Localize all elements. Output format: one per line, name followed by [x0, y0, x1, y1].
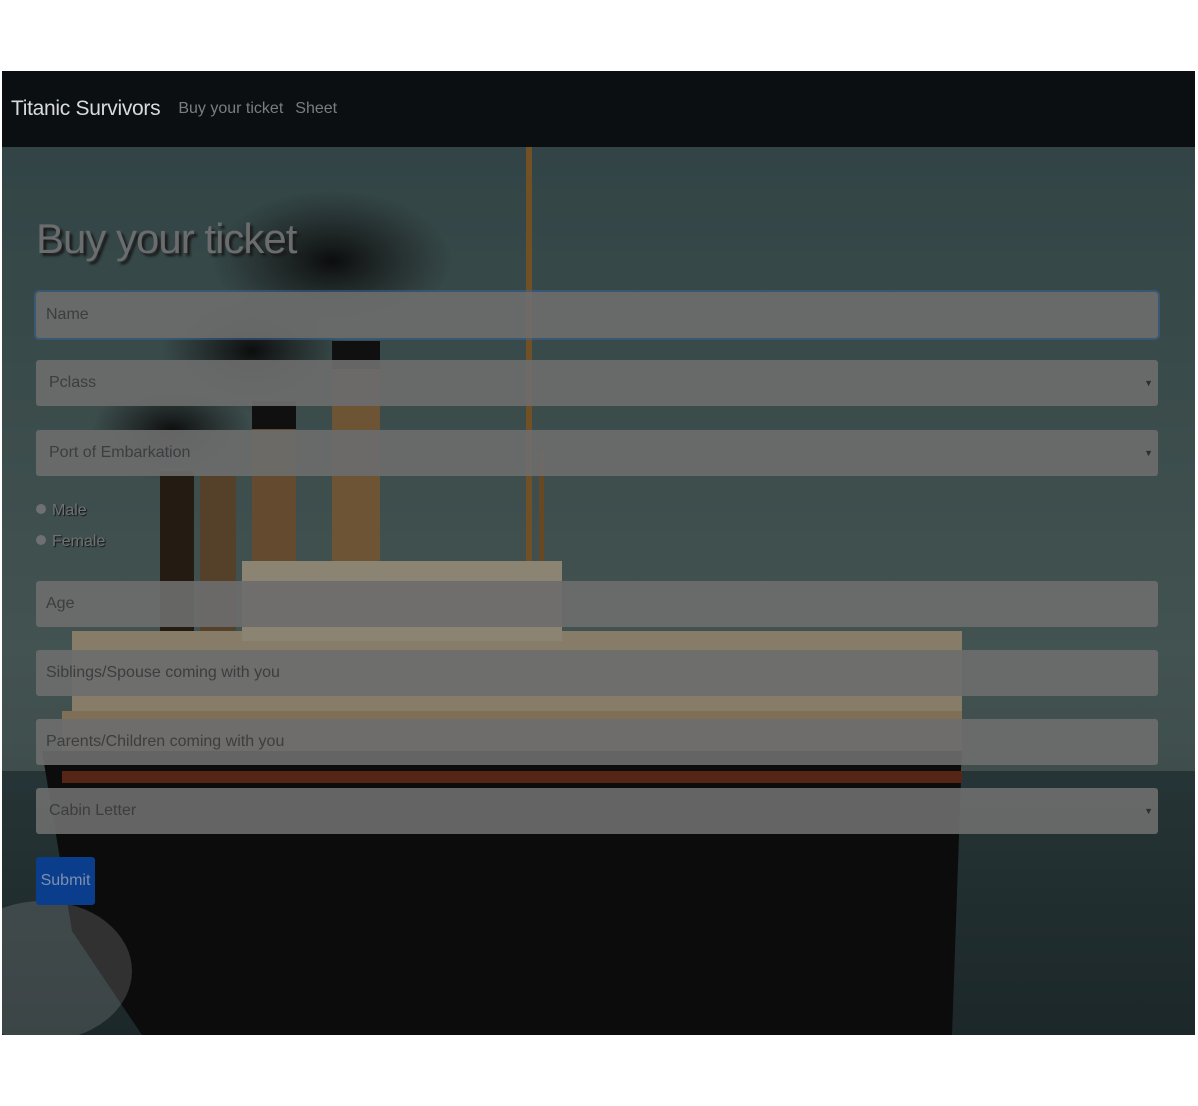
pclass-select-value: Pclass [49, 374, 97, 391]
navbar-brand[interactable]: Titanic Survivors [11, 97, 161, 121]
name-input[interactable] [36, 292, 1158, 338]
chevron-down-icon: ▼ [1144, 448, 1153, 458]
page-title: Buy your ticket [36, 215, 297, 262]
cabin-letter-select[interactable]: Cabin Letter ▼ [36, 788, 1158, 834]
submit-button[interactable]: Submit [36, 857, 95, 905]
radio-female[interactable]: Female [36, 533, 105, 551]
radio-button-icon[interactable] [36, 535, 46, 545]
nav-link-buy-ticket[interactable]: Buy your ticket [178, 100, 283, 118]
radio-male-label: Male [52, 502, 87, 519]
chevron-down-icon: ▼ [1144, 378, 1153, 388]
siblings-spouse-input[interactable] [36, 650, 1158, 696]
radio-female-label: Female [52, 533, 106, 550]
embarkation-select[interactable]: Port of Embarkation ▼ [36, 430, 1158, 476]
age-input[interactable] [36, 581, 1158, 627]
radio-male[interactable]: Male [36, 502, 87, 520]
cabin-letter-select-value: Cabin Letter [49, 802, 137, 819]
embarkation-select-value: Port of Embarkation [49, 444, 191, 461]
parents-children-input[interactable] [36, 719, 1158, 765]
app-window: Titanic Survivors Buy your ticket Sheet … [2, 71, 1195, 1035]
nav-link-sheet[interactable]: Sheet [295, 100, 337, 118]
radio-button-icon[interactable] [36, 504, 46, 514]
chevron-down-icon: ▼ [1144, 806, 1153, 816]
top-navbar: Titanic Survivors Buy your ticket Sheet [2, 71, 1195, 147]
pclass-select[interactable]: Pclass ▼ [36, 360, 1158, 406]
